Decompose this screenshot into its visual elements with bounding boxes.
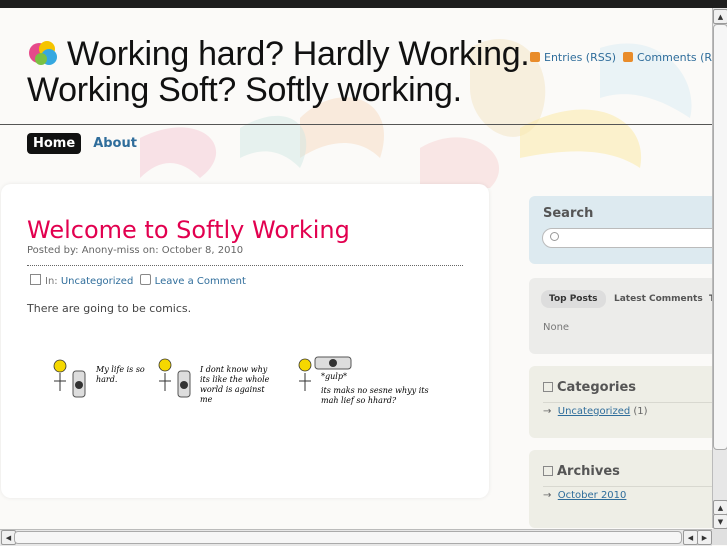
- search-label: Search: [543, 206, 594, 221]
- logo-icon: [29, 41, 57, 65]
- leave-comment-link[interactable]: Leave a Comment: [155, 276, 246, 287]
- comic-text: mah lief so hhard?: [321, 396, 397, 405]
- scrollbar-corner: [712, 529, 727, 545]
- comic-text: its maks no sesne whyy its: [321, 386, 429, 395]
- tab-top-posts[interactable]: Top Posts: [541, 290, 606, 308]
- site-title[interactable]: Working hard? Hardly Working. Working So…: [27, 35, 530, 109]
- categories-heading: Categories: [543, 380, 636, 395]
- site-title-line1: Working hard? Hardly Working.: [27, 35, 530, 73]
- search-input[interactable]: [542, 228, 724, 248]
- divider: [543, 486, 719, 487]
- site-title-line2: Working Soft? Softly working.: [27, 71, 462, 109]
- vertical-scroll-thumb[interactable]: [713, 24, 727, 450]
- comic-strip: My life is so hard. I dont know why its …: [53, 356, 429, 405]
- arrow-icon: →: [543, 406, 552, 417]
- tab-latest-comments[interactable]: Latest Comments: [606, 290, 711, 308]
- post-divider: [27, 265, 463, 266]
- in-label: In:: [45, 276, 58, 287]
- comic-text: its like the whole: [200, 375, 270, 384]
- category-count: (1): [633, 406, 648, 417]
- comic-panel-3: *gulp* its maks no sesne whyy its mah li…: [298, 356, 429, 405]
- divider: [543, 402, 719, 403]
- nav-home[interactable]: Home: [27, 133, 82, 154]
- post-body: There are going to be comics.: [27, 302, 192, 315]
- archive-link[interactable]: October 2010: [558, 490, 627, 501]
- nav-about[interactable]: About: [87, 133, 143, 154]
- rss-icon: [530, 52, 540, 62]
- site-title-text1: Working hard? Hardly Working.: [67, 35, 530, 73]
- archives-widget: Archives → October 2010: [529, 450, 719, 528]
- main-nav: Home About: [27, 133, 143, 154]
- comic-panel-2: I dont know why its like the whole world…: [158, 358, 270, 404]
- scroll-left-icon[interactable]: ◀: [683, 530, 698, 545]
- empty-message: None: [543, 322, 570, 333]
- rss-comments-link[interactable]: Comments (RS: [623, 51, 719, 64]
- comment-icon: [139, 274, 151, 285]
- archives-title: Archives: [557, 464, 620, 479]
- archives-heading: Archives: [543, 464, 620, 479]
- scroll-up-icon[interactable]: ▲: [713, 9, 727, 24]
- horizontal-scroll-thumb[interactable]: [14, 531, 682, 544]
- post-meta: Posted by: Anony-miss on: October 8, 201…: [27, 245, 244, 256]
- category-item: → Uncategorized (1): [543, 406, 648, 417]
- comic-text: I dont know why: [199, 365, 268, 374]
- categories-title: Categories: [557, 380, 637, 395]
- categories-widget: Categories → Uncategorized (1): [529, 366, 719, 438]
- rss-comments-label: Comments (RS: [637, 51, 720, 64]
- category-link[interactable]: Uncategorized: [558, 406, 630, 417]
- scroll-up-icon[interactable]: ▲: [713, 500, 727, 515]
- search-icon: [550, 232, 559, 241]
- rss-entries-label: Entries (RSS): [544, 51, 616, 64]
- header-divider: [0, 124, 712, 125]
- comic-text: hard.: [96, 375, 117, 384]
- scroll-down-icon[interactable]: ▼: [713, 514, 727, 529]
- arrow-icon: →: [543, 490, 552, 501]
- rss-icon: [623, 52, 633, 62]
- folder-icon: [543, 466, 553, 476]
- comic-text: me: [200, 395, 213, 404]
- scroll-right-icon[interactable]: ▶: [697, 530, 712, 545]
- top-bar: [0, 0, 727, 8]
- search-widget: Search: [529, 196, 724, 264]
- comic-panel-1: My life is so hard.: [53, 359, 145, 398]
- comic-text: My life is so: [95, 365, 145, 374]
- rss-entries-link[interactable]: Entries (RSS): [530, 51, 616, 64]
- folder-icon: [30, 274, 41, 285]
- folder-icon: [543, 382, 553, 392]
- category-link[interactable]: Uncategorized: [61, 276, 133, 287]
- top-posts-widget: Top Posts Latest Comments T None: [529, 278, 719, 354]
- post-title[interactable]: Welcome to Softly Working: [27, 216, 350, 244]
- comic-text: world is against: [200, 385, 265, 394]
- archive-item: → October 2010: [543, 490, 626, 501]
- post-categories: In: Uncategorized Leave a Comment: [30, 274, 246, 287]
- comic-text: *gulp*: [321, 372, 347, 381]
